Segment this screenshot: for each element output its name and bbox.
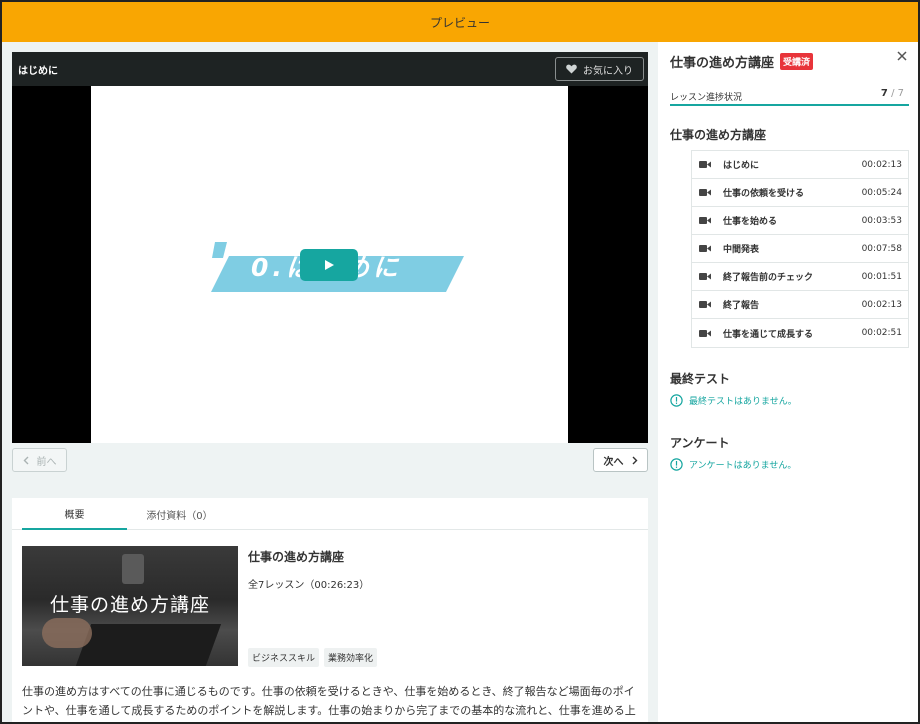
info-circle-icon: [670, 394, 683, 407]
preview-header: プレビュー: [2, 2, 918, 42]
lesson-duration: 00:02:13: [861, 159, 902, 170]
preview-title: プレビュー: [429, 15, 490, 30]
video-slide: 0.はじめに: [91, 86, 568, 443]
chevron-left-icon: [23, 456, 28, 464]
video-camera-icon: [699, 273, 711, 280]
tag: ビジネススキル: [248, 648, 320, 667]
progress-fill: [670, 104, 909, 106]
final-test-text: 最終テストはありません。: [689, 397, 797, 407]
lesson-duration: 00:01:51: [861, 271, 902, 282]
lesson-count: 全7レッスン（00:26:23）: [248, 580, 370, 591]
lesson-name: 終了報告: [723, 301, 760, 311]
lesson-name: 終了報告前のチェック: [723, 273, 814, 283]
main-panel: はじめに お気に入り 0.はじめに: [2, 42, 658, 722]
lesson-nav: 前へ 次へ: [12, 448, 648, 474]
tab-attachments[interactable]: 添付資料（0）: [127, 498, 232, 530]
survey-notice: アンケートはありません。: [670, 458, 796, 471]
lesson-duration: 00:05:24: [861, 187, 902, 198]
course-description: 仕事の進め方はすべての仕事に通じるものです。仕事の依頼を受けるときや、仕事を始め…: [22, 685, 636, 717]
lesson-item[interactable]: 仕事を通じて成長する 00:02:51: [692, 319, 908, 347]
lesson-section-title: 仕事の進め方講座: [670, 128, 767, 142]
lesson-duration: 00:02:13: [861, 299, 902, 310]
course-name: 仕事の進め方講座: [248, 550, 345, 564]
video-player[interactable]: 0.はじめに: [12, 86, 648, 443]
lesson-duration: 00:02:51: [861, 328, 902, 338]
lesson-duration: 00:07:58: [861, 243, 902, 254]
progress-done: 7: [880, 88, 888, 99]
thumbnail-hand: [42, 618, 92, 648]
video-camera-icon: [699, 217, 711, 224]
lesson-item[interactable]: 中間発表 00:07:58: [692, 235, 908, 263]
lesson-name: はじめに: [723, 161, 760, 171]
overview-tabs: 概要 添付資料（0）: [12, 498, 648, 530]
favorite-label: お気に入り: [583, 65, 633, 77]
thumbnail-cup: [122, 554, 144, 584]
lesson-list: はじめに 00:02:13 仕事の依頼を受ける 00:05:24 仕事を始める 00:03…: [691, 150, 909, 348]
video-title: はじめに: [18, 65, 58, 77]
next-label: 次へ: [603, 456, 624, 468]
progress-count: 7 / 7: [881, 88, 904, 99]
info-circle-icon: [670, 458, 683, 471]
lesson-item[interactable]: はじめに 00:02:13: [692, 151, 908, 179]
video-camera-icon: [699, 245, 711, 252]
favorite-button[interactable]: お気に入り: [555, 57, 644, 81]
course-tags: ビジネススキル 業務効率化: [248, 648, 378, 667]
lesson-item[interactable]: 仕事を始める 00:03:53: [692, 207, 908, 235]
sidebar-header: 仕事の進め方講座 受講済: [670, 52, 814, 71]
prev-label: 前へ: [36, 456, 57, 468]
close-icon[interactable]: [894, 48, 910, 64]
play-icon: [325, 260, 334, 270]
course-thumbnail: 仕事の進め方講座: [22, 546, 238, 666]
prev-button[interactable]: 前へ: [12, 448, 67, 472]
tag: 業務効率化: [324, 648, 378, 667]
lesson-item[interactable]: 終了報告前のチェック 00:01:51: [692, 263, 908, 291]
sidebar-course-title: 仕事の進め方講座: [670, 56, 775, 71]
preview-window: プレビュー はじめに お気に入り 0.はじめに: [0, 0, 920, 724]
lesson-item[interactable]: 仕事の依頼を受ける 00:05:24: [692, 179, 908, 207]
progress-bar: [670, 104, 909, 106]
lesson-duration: 00:03:53: [861, 215, 902, 226]
lesson-name: 仕事を通じて成長する: [723, 329, 814, 340]
survey-text: アンケートはありません。: [689, 461, 797, 471]
survey-title: アンケート: [670, 436, 730, 450]
thumbnail-title: 仕事の進め方講座: [49, 594, 210, 616]
progress-total: / 7: [891, 88, 904, 99]
video-camera-icon: [699, 189, 711, 196]
status-badge: 受講済: [780, 53, 814, 70]
next-button[interactable]: 次へ: [593, 448, 648, 472]
lesson-name: 中間発表: [723, 245, 760, 255]
video-header: はじめに お気に入り: [12, 52, 648, 86]
lesson-item[interactable]: 終了報告 00:02:13: [692, 291, 908, 319]
final-test-notice: 最終テストはありません。: [670, 394, 797, 407]
overview-card: 概要 添付資料（0） 仕事の進め方講座 仕事の進め方講座 全7レッスン（00:2…: [12, 498, 648, 722]
course-sidebar: 仕事の進め方講座 受講済 レッスン進捗状況 7 / 7 仕事の進め方講座 はじめ…: [658, 42, 918, 722]
lesson-name: 仕事の依頼を受ける: [723, 189, 805, 199]
play-button[interactable]: [300, 249, 358, 281]
video-camera-icon: [699, 161, 711, 168]
tab-overview[interactable]: 概要: [22, 498, 127, 530]
chevron-right-icon: [632, 456, 637, 464]
thumbnail-laptop: [72, 624, 222, 666]
progress-label: レッスン進捗状況: [670, 93, 743, 103]
final-test-title: 最終テスト: [670, 372, 731, 386]
heart-icon: [566, 64, 577, 74]
video-camera-icon: [699, 301, 711, 308]
lesson-name: 仕事を始める: [723, 217, 778, 227]
video-camera-icon: [699, 329, 711, 337]
